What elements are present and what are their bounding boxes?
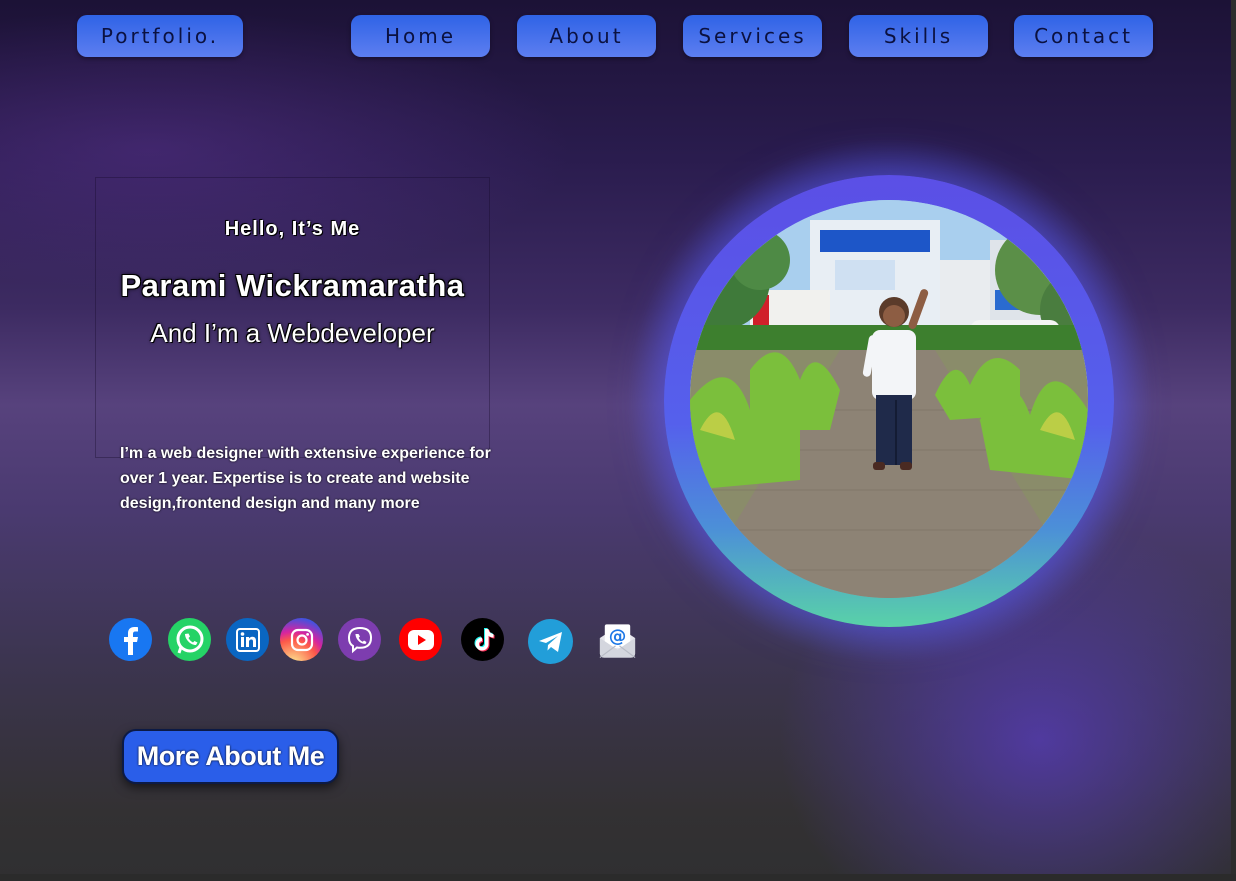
instagram-icon[interactable] bbox=[280, 618, 323, 661]
hero-description: I’m a web designer with extensive experi… bbox=[120, 445, 491, 512]
nav-skills[interactable]: Skills bbox=[849, 15, 988, 57]
facebook-icon[interactable] bbox=[109, 618, 152, 661]
telegram-icon[interactable] bbox=[528, 619, 573, 664]
hero-role: And I’m a Webdeveloper bbox=[150, 318, 435, 348]
nav-about[interactable]: About bbox=[517, 15, 656, 57]
logo[interactable]: Portfolio. bbox=[77, 15, 243, 57]
email-icon[interactable]: @ bbox=[596, 618, 639, 661]
more-about-me-button[interactable]: More About Me bbox=[122, 729, 339, 784]
nav-home[interactable]: Home bbox=[351, 15, 490, 57]
nav-contact[interactable]: Contact bbox=[1014, 15, 1153, 57]
tiktok-icon[interactable] bbox=[461, 618, 504, 661]
hero-greeting: Hello, It’s Me bbox=[224, 218, 361, 240]
hero-name: Parami Wickramaratha bbox=[120, 268, 465, 303]
whatsapp-icon[interactable] bbox=[168, 618, 211, 661]
profile-photo bbox=[690, 200, 1088, 598]
nav-services[interactable]: Services bbox=[683, 15, 822, 57]
youtube-icon[interactable] bbox=[399, 618, 442, 661]
svg-text:@: @ bbox=[609, 626, 627, 646]
viber-icon[interactable] bbox=[338, 618, 381, 661]
linkedin-icon[interactable] bbox=[226, 618, 269, 661]
bottom-bar bbox=[0, 874, 1236, 881]
